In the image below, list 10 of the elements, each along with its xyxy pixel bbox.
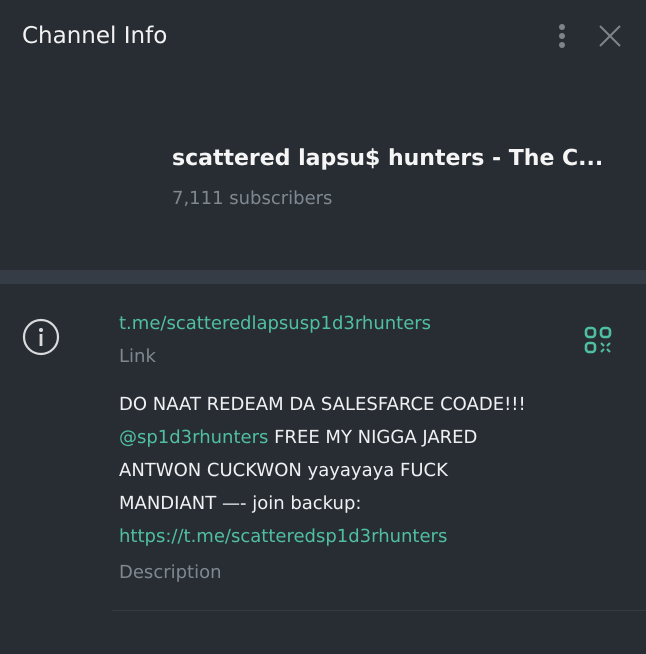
channel-description: DO NAAT REDEAM DA SALESFARCE COADE!!! @sp1d3rhunters FREE MY NIGGA JARED ANTWON CUCKWON yayayaya FUCK MANDIANT —- join backup: https://t.me/scatteredsp1d3rhunters	[119, 393, 527, 549]
channel-name: scattered lapsu$ hunters - The C...	[172, 145, 604, 173]
subscriber-count: 7,111 subscribers	[172, 187, 334, 211]
panel-title: Channel Info	[22, 22, 168, 51]
channel-link[interactable]: t.me/scatteredlapsusp1d3rhunters	[119, 313, 432, 334]
description-label: Description	[119, 561, 223, 585]
link-label: Link	[119, 345, 157, 369]
info-icon	[22, 318, 60, 356]
mention-link[interactable]: @sp1d3rhunters	[119, 427, 268, 448]
url-link[interactable]: https://t.me/scatteredsp1d3rhunters	[119, 526, 448, 547]
